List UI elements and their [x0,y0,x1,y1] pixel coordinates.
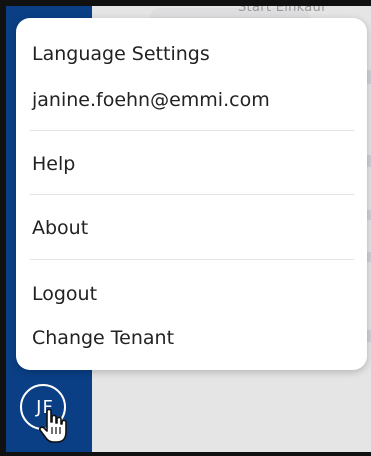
menu-item-language-settings[interactable]: Language Settings [32,43,210,65]
background-header-text: Start Einkauf [238,0,326,15]
hand-pointer-icon [39,408,67,443]
menu-item-user-email: janine.foehn@emmi.com [32,89,270,111]
menu-item-about[interactable]: About [32,217,88,239]
menu-divider [30,259,354,260]
menu-item-logout[interactable]: Logout [32,283,97,305]
account-menu: Language Settings janine.foehn@emmi.com … [16,18,367,370]
menu-item-change-tenant[interactable]: Change Tenant [32,327,174,349]
app-frame: Start Einkauf Language Settings janine.f… [0,0,371,456]
menu-divider [30,130,354,131]
menu-divider [30,194,354,195]
menu-item-help[interactable]: Help [32,153,75,175]
